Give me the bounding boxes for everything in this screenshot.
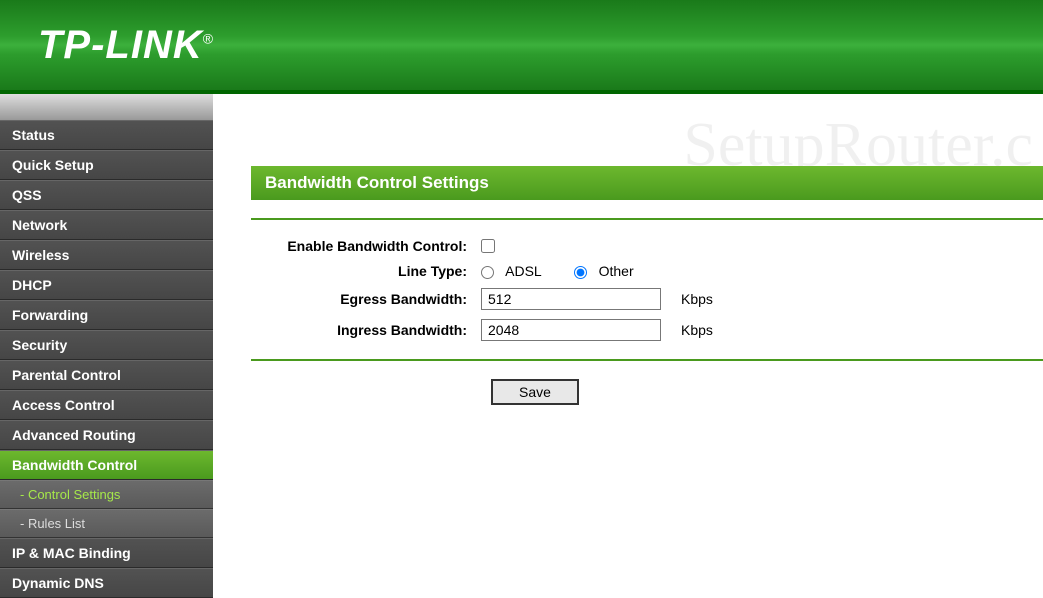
header: TP-LINK® — [0, 0, 1043, 94]
sidebar-item-ip-mac-binding[interactable]: IP & MAC Binding — [0, 538, 213, 568]
sidebar-item-parental-control[interactable]: Parental Control — [0, 360, 213, 390]
radio-other-label: Other — [599, 263, 634, 279]
sidebar-item-access-control[interactable]: Access Control — [0, 390, 213, 420]
brand-text: TP-LINK — [38, 23, 203, 67]
ingress-label: Ingress Bandwidth: — [251, 322, 481, 338]
ingress-unit: Kbps — [681, 322, 713, 338]
sidebar-sub-control-settings[interactable]: - Control Settings — [0, 480, 213, 509]
egress-input[interactable] — [481, 288, 661, 310]
radio-adsl-wrapper[interactable]: ADSL — [481, 263, 542, 279]
radio-adsl-label: ADSL — [505, 263, 542, 279]
sidebar-item-security[interactable]: Security — [0, 330, 213, 360]
sidebar-item-wireless[interactable]: Wireless — [0, 240, 213, 270]
button-row: Save — [251, 379, 1043, 405]
egress-label: Egress Bandwidth: — [251, 291, 481, 307]
sidebar-item-network[interactable]: Network — [0, 210, 213, 240]
divider-top — [251, 218, 1043, 220]
brand-logo: TP-LINK® — [38, 23, 214, 68]
sidebar-item-qss[interactable]: QSS — [0, 180, 213, 210]
ingress-row: Ingress Bandwidth: Kbps — [251, 319, 1043, 341]
enable-label: Enable Bandwidth Control: — [251, 238, 481, 254]
sidebar-item-advanced-routing[interactable]: Advanced Routing — [0, 420, 213, 450]
ingress-input[interactable] — [481, 319, 661, 341]
settings-form: Enable Bandwidth Control: Line Type: ADS… — [251, 238, 1043, 341]
sidebar: Status Quick Setup QSS Network Wireless … — [0, 120, 213, 598]
line-type-label: Line Type: — [251, 263, 481, 279]
sidebar-item-forwarding[interactable]: Forwarding — [0, 300, 213, 330]
sidebar-item-dhcp[interactable]: DHCP — [0, 270, 213, 300]
save-button[interactable]: Save — [491, 379, 579, 405]
radio-other-wrapper[interactable]: Other — [574, 263, 634, 279]
enable-checkbox[interactable] — [481, 239, 495, 253]
radio-adsl[interactable] — [481, 266, 494, 279]
header-gap — [0, 94, 1043, 120]
egress-unit: Kbps — [681, 291, 713, 307]
sidebar-item-dynamic-dns[interactable]: Dynamic DNS — [0, 568, 213, 598]
line-type-row: Line Type: ADSL Other — [251, 263, 1043, 279]
main-container: Status Quick Setup QSS Network Wireless … — [0, 120, 1043, 598]
divider-bottom — [251, 359, 1043, 361]
enable-row: Enable Bandwidth Control: — [251, 238, 1043, 254]
egress-row: Egress Bandwidth: Kbps — [251, 288, 1043, 310]
page-title: Bandwidth Control Settings — [251, 166, 1043, 200]
sidebar-sub-rules-list[interactable]: - Rules List — [0, 509, 213, 538]
registered-mark: ® — [203, 30, 214, 46]
sidebar-item-status[interactable]: Status — [0, 120, 213, 150]
sidebar-item-bandwidth-control[interactable]: Bandwidth Control — [0, 450, 213, 480]
sidebar-item-quick-setup[interactable]: Quick Setup — [0, 150, 213, 180]
radio-other[interactable] — [574, 266, 587, 279]
content-area: SetupRouter.c Bandwidth Control Settings… — [213, 120, 1043, 598]
